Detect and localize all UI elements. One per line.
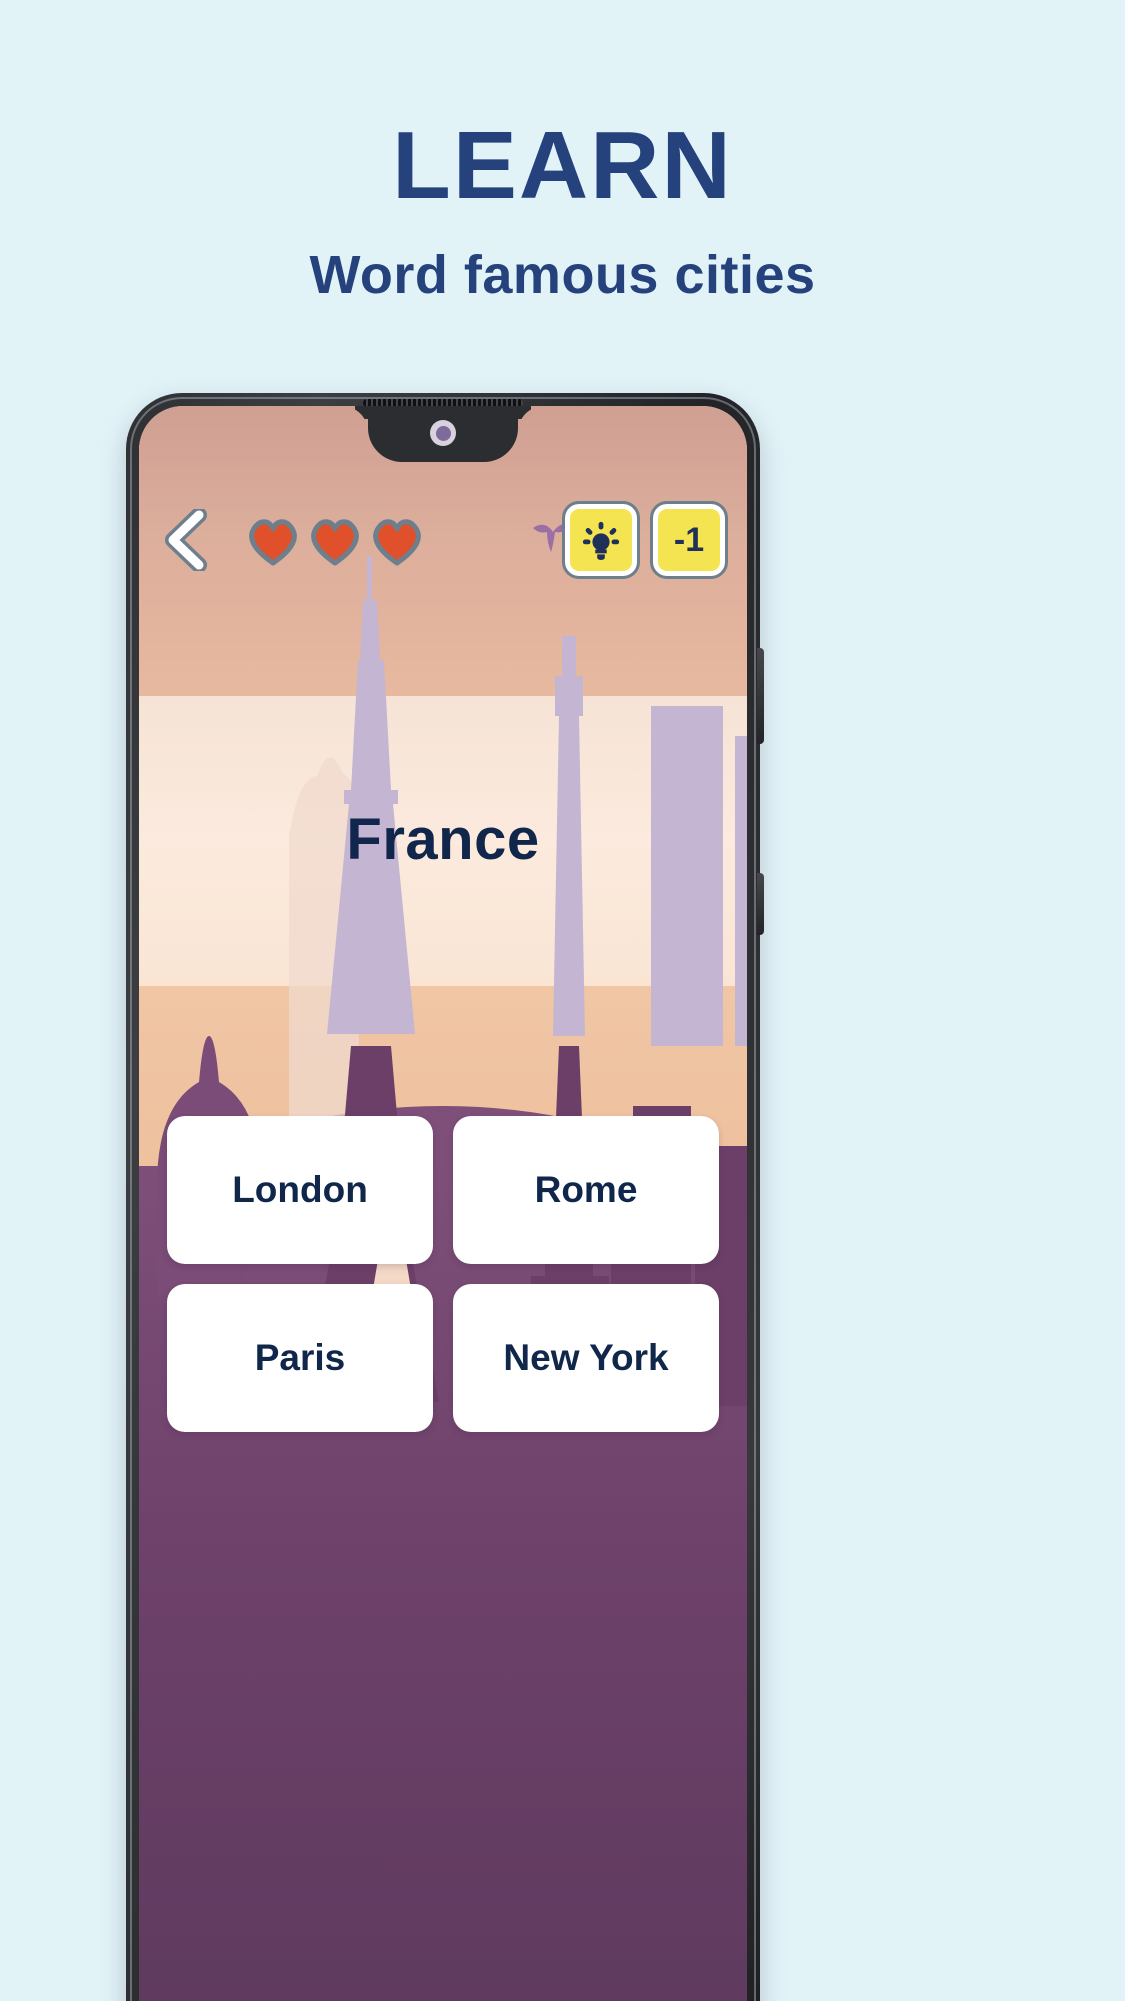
heart-icon-2 (311, 519, 359, 566)
answer-option-4[interactable]: New York (453, 1284, 719, 1432)
phone-screen: -1 France London Rome Paris New York (139, 406, 747, 2001)
answer-option-2[interactable]: Rome (453, 1116, 719, 1264)
game-hud: -1 (139, 501, 747, 579)
question-text: France (346, 807, 540, 872)
promo-subtitle: Word famous cities (309, 245, 816, 305)
volume-button[interactable] (757, 873, 764, 935)
lives-hearts (245, 514, 425, 566)
phone-mockup: -1 France London Rome Paris New York (126, 393, 764, 2001)
lightbulb-icon (582, 521, 620, 561)
penalty-button[interactable]: -1 (650, 501, 728, 579)
answer-option-3[interactable]: Paris (167, 1284, 433, 1432)
answer-option-1[interactable]: London (167, 1116, 433, 1264)
front-camera-icon (430, 420, 456, 446)
heart-icon-3 (373, 519, 421, 566)
power-button[interactable] (757, 648, 764, 744)
hud-right-controls: -1 (562, 501, 728, 579)
back-chevron-icon[interactable] (161, 509, 213, 571)
answer-options: London Rome Paris New York (167, 1116, 719, 1432)
promo-header: LEARN Word famous cities (0, 0, 1125, 306)
heart-icon-1 (249, 519, 297, 566)
promo-title: LEARN (392, 112, 733, 219)
hint-button[interactable] (562, 501, 640, 579)
